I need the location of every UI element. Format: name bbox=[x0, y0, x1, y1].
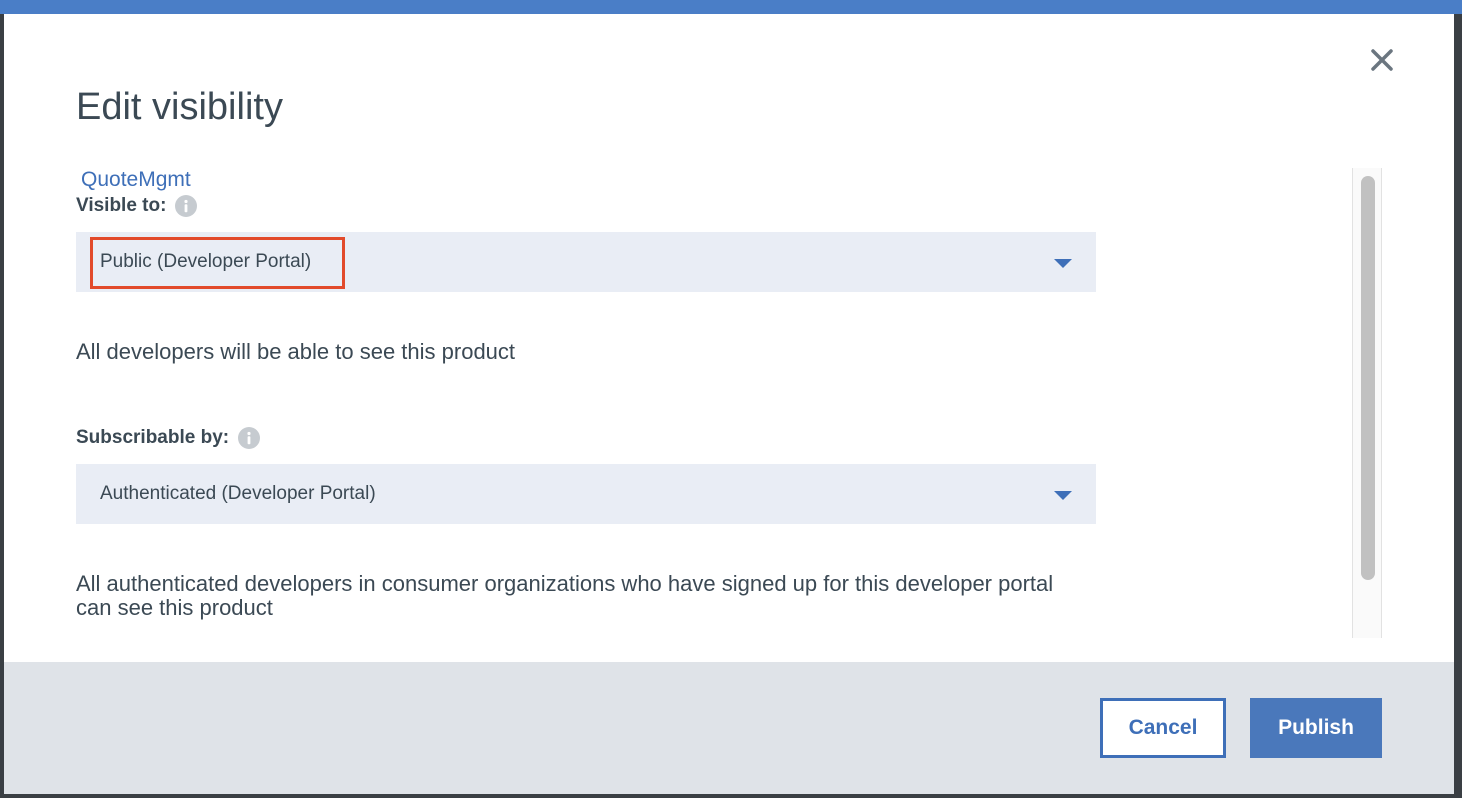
subscribable-by-selected-value: Authenticated (Developer Portal) bbox=[100, 483, 376, 504]
edit-visibility-dialog: Edit visibility QuoteMgmt Visible to: Pu… bbox=[4, 14, 1454, 794]
visible-to-label-text: Visible to: bbox=[76, 195, 167, 216]
info-icon[interactable] bbox=[175, 195, 198, 217]
chevron-down-icon bbox=[1054, 259, 1072, 268]
info-icon[interactable] bbox=[238, 427, 261, 449]
product-name-link[interactable]: QuoteMgmt bbox=[81, 168, 191, 192]
dialog-title: Edit visibility bbox=[76, 86, 283, 128]
scrollbar[interactable] bbox=[1352, 168, 1382, 638]
publish-button[interactable]: Publish bbox=[1250, 698, 1382, 758]
subscribable-by-select[interactable]: Authenticated (Developer Portal) bbox=[76, 464, 1096, 524]
dialog-body: QuoteMgmt Visible to: Public (Developer … bbox=[4, 164, 1454, 660]
visible-to-selected-value: Public (Developer Portal) bbox=[100, 251, 312, 272]
close-button[interactable] bbox=[1366, 44, 1398, 76]
scrollbar-thumb[interactable] bbox=[1361, 176, 1375, 580]
subscribable-by-help-text: All authenticated developers in consumer… bbox=[76, 571, 1054, 620]
background-header-strip bbox=[0, 0, 1462, 14]
cancel-button[interactable]: Cancel bbox=[1100, 698, 1226, 758]
visible-to-help-text: All developers will be able to see this … bbox=[76, 339, 516, 364]
subscribable-by-label: Subscribable by: bbox=[76, 426, 261, 450]
visible-to-select[interactable]: Public (Developer Portal) bbox=[76, 232, 1096, 292]
subscribable-by-label-text: Subscribable by: bbox=[76, 427, 230, 448]
chevron-down-icon bbox=[1054, 491, 1072, 500]
close-icon bbox=[1371, 49, 1393, 71]
visible-to-label: Visible to: bbox=[76, 194, 198, 218]
dialog-footer: Cancel Publish bbox=[4, 662, 1454, 794]
